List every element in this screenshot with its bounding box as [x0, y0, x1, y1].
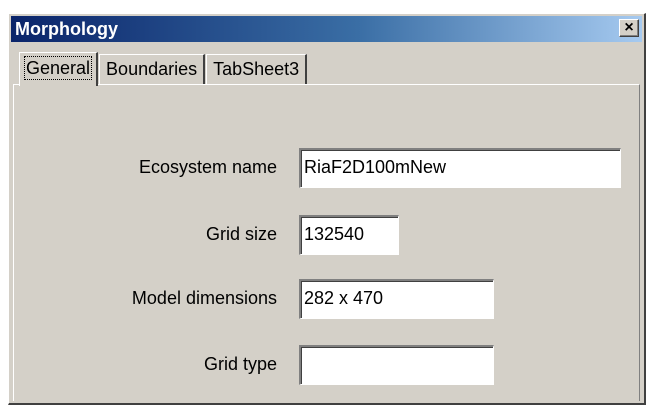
- grid-size-field[interactable]: 132540: [299, 215, 399, 255]
- ecosystem-name-field[interactable]: RiaF2D100mNew: [299, 148, 621, 188]
- tab-strip: General Boundaries TabSheet3: [19, 48, 308, 86]
- model-dimensions-label: Model dimensions: [131, 288, 277, 308]
- grid-type-field[interactable]: [299, 345, 494, 385]
- tab-general-label: General: [23, 56, 93, 80]
- close-icon: ×: [624, 19, 634, 36]
- tab-tabsheet3-label: TabSheet3: [213, 59, 300, 79]
- tab-boundaries-label: Boundaries: [106, 59, 198, 79]
- grid-type-label: Grid type: [203, 354, 277, 374]
- grid-size-row: Grid size 132540: [14, 215, 639, 255]
- morphology-dialog: Morphology × General Boundaries TabSheet…: [8, 13, 646, 405]
- ecosystem-name-label: Ecosystem name: [138, 157, 277, 177]
- general-tab-panel: Ecosystem name RiaF2D100mNew Grid size 1…: [13, 84, 640, 401]
- title-bar[interactable]: Morphology ×: [11, 16, 642, 42]
- grid-type-row: Grid type: [14, 345, 639, 385]
- window-title: Morphology: [15, 19, 118, 39]
- tab-general[interactable]: General: [19, 52, 99, 86]
- tab-tabsheet3[interactable]: TabSheet3: [206, 54, 308, 84]
- model-dimensions-field[interactable]: 282 x 470: [299, 279, 494, 319]
- grid-size-label: Grid size: [205, 224, 277, 244]
- tab-boundaries[interactable]: Boundaries: [99, 54, 206, 84]
- ecosystem-name-row: Ecosystem name RiaF2D100mNew: [14, 148, 639, 188]
- close-button[interactable]: ×: [619, 19, 639, 37]
- model-dimensions-row: Model dimensions 282 x 470: [14, 279, 639, 319]
